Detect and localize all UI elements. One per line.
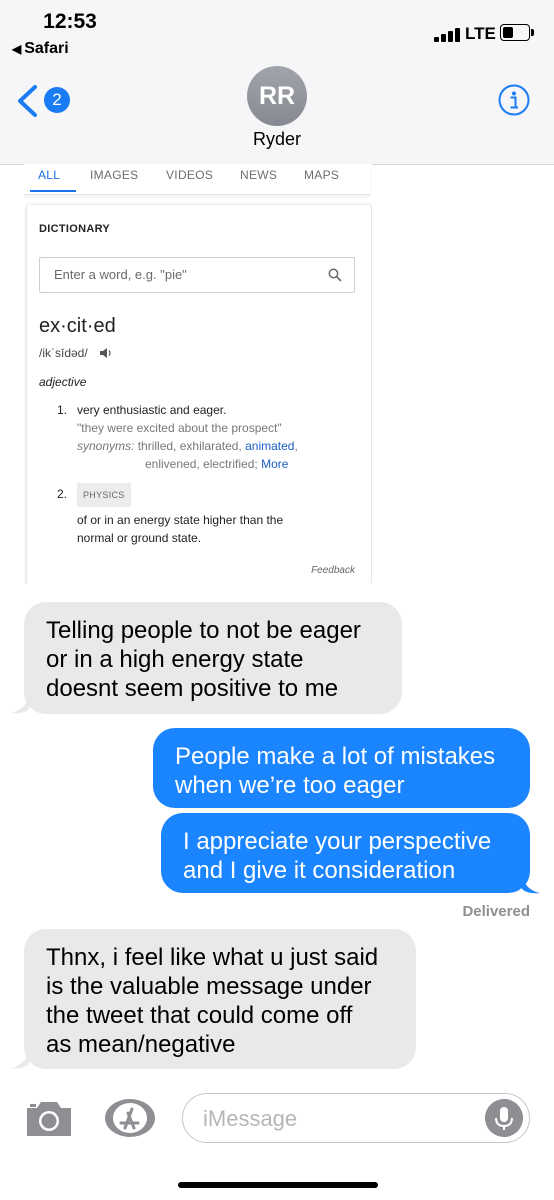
message-line: the tweet that could come off: [46, 1002, 353, 1029]
dictionary-heading: DICTIONARY: [39, 223, 111, 235]
outgoing-bubble-tail: [522, 874, 540, 894]
incoming-message-bubble[interactable]: Thnx, i feel like what u just said is th…: [24, 929, 416, 1069]
contact-name[interactable]: Ryder: [0, 129, 554, 150]
back-triangle-icon: ◀: [12, 42, 22, 56]
contact-avatar[interactable]: RR: [247, 66, 307, 126]
part-of-speech: adjective: [39, 375, 87, 389]
search-icon: [328, 268, 342, 282]
back-app-label: Safari: [24, 40, 69, 57]
sense-2-definition-line1: of or in an energy state higher than the: [77, 513, 284, 527]
unread-count-badge[interactable]: 2: [44, 87, 70, 113]
message-compose-field[interactable]: iMessage: [182, 1093, 530, 1143]
cellular-signal-icon: [434, 28, 464, 42]
back-chevron-icon[interactable]: [14, 84, 42, 118]
sense-1-synonyms: synonyms: thrilled, exhilarated, animate…: [77, 437, 298, 455]
message-line: as mean/negative: [46, 1031, 236, 1058]
message-line: doesnt seem positive to me: [46, 675, 339, 702]
shared-screenshot[interactable]: ALL IMAGES VIDEOS NEWS MAPS DICTIONARY e…: [24, 164, 372, 584]
message-line: when we’re too eager: [175, 772, 405, 799]
tab-images: IMAGES: [90, 168, 139, 182]
message-line: and I give it consideration: [183, 857, 456, 884]
incoming-bubble-tail: [11, 694, 29, 714]
message-line: Thnx, i feel like what u just said: [46, 944, 379, 971]
subject-tag: PHYSICS: [77, 483, 131, 507]
info-icon[interactable]: [498, 84, 530, 116]
message-line: or in a high energy state: [46, 646, 304, 673]
active-tab-indicator: [30, 190, 76, 192]
message-line: People make a lot of mistakes: [175, 743, 496, 770]
delivery-status: Delivered: [462, 903, 530, 920]
home-indicator[interactable]: [178, 1182, 378, 1188]
tab-videos: VIDEOS: [166, 168, 214, 182]
app-store-icon[interactable]: [104, 1098, 156, 1138]
synonyms-comma: ,: [294, 439, 298, 453]
synonym-link-animated: animated: [245, 439, 295, 453]
tab-news: NEWS: [240, 168, 278, 182]
feedback-link: Feedback: [311, 565, 355, 576]
sense-2-definition-line2: normal or ground state.: [77, 531, 202, 545]
sense-1-synonyms-line2: enlivened, electrified; More: [145, 455, 288, 473]
compose-placeholder: iMessage: [203, 1106, 298, 1131]
message-line: is the valuable message under: [46, 973, 372, 1000]
back-to-app-link[interactable]: ◀ Safari: [12, 40, 69, 58]
incoming-message-bubble[interactable]: Telling people to not be eager or in a h…: [24, 602, 402, 714]
search-tabs: ALL IMAGES VIDEOS NEWS MAPS: [24, 164, 370, 195]
outgoing-message-bubble[interactable]: People make a lot of mistakes when we’re…: [153, 728, 530, 808]
synonyms-list-a: thrilled, exhilarated,: [137, 439, 246, 453]
message-line: I appreciate your perspective: [183, 828, 492, 855]
outgoing-message-bubble[interactable]: I appreciate your perspective and I give…: [161, 813, 530, 893]
network-type: LTE: [465, 24, 496, 43]
synonyms-list-c: enlivened, electrified;: [145, 457, 258, 471]
sense-1-definition: very enthusiastic and eager.: [77, 403, 227, 417]
dictionary-search-box: [39, 257, 355, 293]
conversation-header: 12:53 ◀ Safari LTE 2 RR Ryder: [0, 0, 554, 165]
camera-icon[interactable]: [24, 1098, 74, 1138]
sense-1-example: "they were excited about the prospect": [77, 421, 282, 435]
headword: ex·cit·ed: [39, 315, 116, 337]
sense-number-2: 2.: [57, 487, 68, 501]
more-synonyms-link: More: [261, 457, 289, 471]
incoming-bubble-tail: [11, 1049, 29, 1069]
dictionary-search-input: [52, 266, 316, 283]
tab-all: ALL: [38, 168, 61, 182]
message-line: Telling people to not be eager: [46, 617, 361, 644]
sense-number-1: 1.: [57, 403, 68, 417]
pronunciation: /ikˈsīdəd/: [39, 346, 88, 360]
microphone-icon[interactable]: [485, 1099, 523, 1137]
synonyms-label: synonyms:: [77, 439, 135, 453]
speaker-icon: [100, 348, 111, 358]
dictionary-card: DICTIONARY ex·cit·ed /ikˈsīdəd/ adjectiv…: [26, 204, 372, 584]
tab-maps: MAPS: [304, 168, 340, 182]
status-time: 12:53: [43, 10, 97, 33]
battery-icon: [500, 24, 534, 41]
